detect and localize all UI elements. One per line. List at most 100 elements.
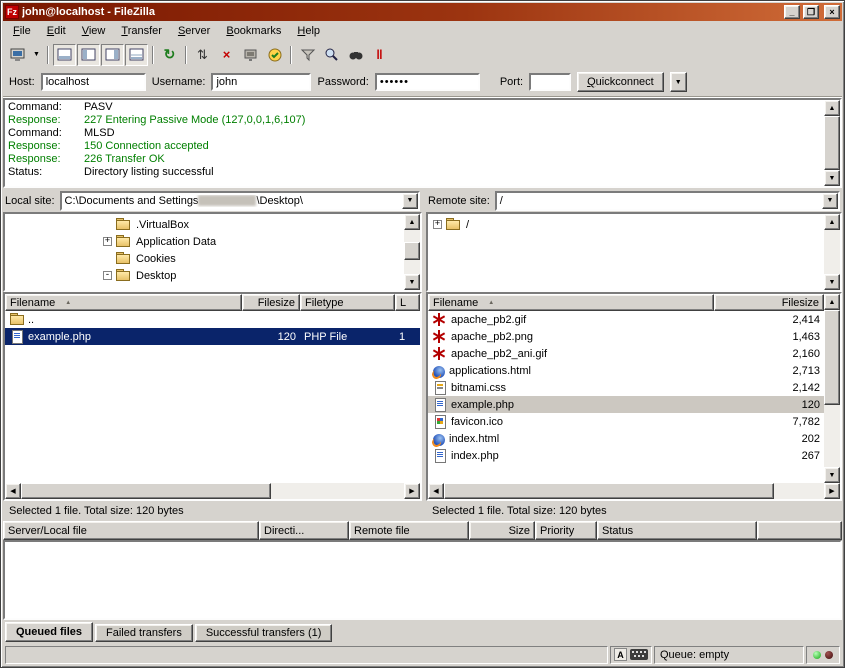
port-input[interactable] xyxy=(529,73,571,91)
process-queue-icon[interactable]: ⇅ xyxy=(191,44,214,66)
tree-item-desktop[interactable]: -Desktop xyxy=(5,267,404,284)
queue-column-priority[interactable]: Priority xyxy=(535,521,597,540)
directory-comparison-icon[interactable] xyxy=(320,44,343,66)
scrollbar-thumb[interactable] xyxy=(444,483,774,499)
scroll-down-icon[interactable]: ▼ xyxy=(824,467,840,483)
cancel-operation-icon[interactable]: × xyxy=(215,44,238,66)
scroll-up-icon[interactable]: ▲ xyxy=(824,100,840,116)
file-row-bitnami-css[interactable]: bitnami.css2,142 xyxy=(428,379,824,396)
site-manager-dropdown-icon[interactable]: ▼ xyxy=(30,44,43,66)
scroll-down-icon[interactable]: ▼ xyxy=(824,170,840,186)
menu-server[interactable]: Server xyxy=(170,23,218,39)
scroll-right-icon[interactable]: ▶ xyxy=(404,483,420,499)
column-header-filetype[interactable]: Filetype xyxy=(300,294,395,311)
tree-item-application-data[interactable]: +Application Data xyxy=(5,233,404,250)
file-row-favicon-ico[interactable]: favicon.ico7,782 xyxy=(428,413,824,430)
scroll-down-icon[interactable]: ▼ xyxy=(824,274,840,290)
scrollbar-track[interactable] xyxy=(824,230,840,274)
local-site-combo[interactable]: C:\Documents and Settings\Desktop\ ▼ xyxy=(60,191,420,211)
remote-tree-scrollbar[interactable]: ▲ ▼ xyxy=(824,214,840,290)
tab-queued-files[interactable]: Queued files xyxy=(5,622,93,642)
file-row-apache-pb2-gif[interactable]: apache_pb2.gif2,414 xyxy=(428,311,824,328)
password-input[interactable] xyxy=(375,73,480,91)
local-tree-scrollbar[interactable]: ▲ ▼ xyxy=(404,214,420,290)
file-row-index-php[interactable]: index.php267 xyxy=(428,447,824,464)
file-row-apache-pb2-ani-gif[interactable]: apache_pb2_ani.gif2,160 xyxy=(428,345,824,362)
site-manager-icon[interactable] xyxy=(6,44,29,66)
scroll-down-icon[interactable]: ▼ xyxy=(404,274,420,290)
scroll-up-icon[interactable]: ▲ xyxy=(404,214,420,230)
close-button[interactable]: × xyxy=(824,5,840,19)
collapse-icon[interactable]: - xyxy=(103,271,112,280)
local-hscrollbar[interactable]: ◀ ▶ xyxy=(5,483,420,499)
scrollbar-thumb[interactable] xyxy=(21,483,271,499)
menu-view[interactable]: View xyxy=(74,23,114,39)
toggle-transfer-queue-icon[interactable] xyxy=(125,44,148,66)
column-header-filename[interactable]: Filename▲ xyxy=(5,294,242,311)
scroll-right-icon[interactable]: ▶ xyxy=(824,483,840,499)
transfer-type-icon[interactable]: A xyxy=(614,648,627,661)
disconnect-icon[interactable] xyxy=(239,44,262,66)
file-row-index-html[interactable]: index.html202 xyxy=(428,430,824,447)
scrollbar-thumb[interactable] xyxy=(824,310,840,405)
scroll-left-icon[interactable]: ◀ xyxy=(428,483,444,499)
speed-limits-icon[interactable]: ‖ xyxy=(368,44,391,66)
scrollbar-track[interactable] xyxy=(444,483,824,499)
reconnect-icon[interactable] xyxy=(263,44,286,66)
log-scrollbar[interactable]: ▲ ▼ xyxy=(824,100,840,186)
quickconnect-dropdown-icon[interactable]: ▼ xyxy=(670,72,687,92)
queue-column-remote-file[interactable]: Remote file xyxy=(349,521,469,540)
keyboard-icon[interactable] xyxy=(630,649,648,660)
quickconnect-button[interactable]: Quickconnect xyxy=(577,72,664,92)
file-row-apache-pb2-png[interactable]: apache_pb2.png1,463 xyxy=(428,328,824,345)
remote-site-combo[interactable]: / ▼ xyxy=(495,191,840,211)
file-row-example-php[interactable]: example.php120 xyxy=(428,396,824,413)
menu-edit[interactable]: Edit xyxy=(39,23,74,39)
toggle-local-tree-icon[interactable] xyxy=(77,44,100,66)
column-header-filesize[interactable]: Filesize xyxy=(714,294,824,311)
menu-bookmarks[interactable]: Bookmarks xyxy=(218,23,289,39)
scrollbar-track[interactable] xyxy=(21,483,404,499)
scrollbar-track[interactable] xyxy=(824,310,840,467)
toggle-message-log-icon[interactable] xyxy=(53,44,76,66)
queue-column-size[interactable]: Size xyxy=(469,521,535,540)
queue-column-status[interactable]: Status xyxy=(597,521,757,540)
local-site-dropdown-icon[interactable]: ▼ xyxy=(402,193,418,209)
scrollbar-thumb[interactable] xyxy=(824,116,840,170)
remote-list-scrollbar[interactable]: ▲ ▼ xyxy=(824,294,840,483)
column-header-lastmodified[interactable]: L xyxy=(395,294,420,311)
maximize-button[interactable]: ❐ xyxy=(803,5,819,19)
menu-transfer[interactable]: Transfer xyxy=(113,23,170,39)
expand-icon[interactable]: + xyxy=(433,220,442,229)
file-row-applications-html[interactable]: applications.html2,713 xyxy=(428,362,824,379)
refresh-icon[interactable]: ↻ xyxy=(158,44,181,66)
toggle-remote-tree-icon[interactable] xyxy=(101,44,124,66)
file-row-example-php[interactable]: example.php120PHP File1 xyxy=(5,328,420,345)
queue-column-server-local-file[interactable]: Server/Local file xyxy=(3,521,259,540)
scrollbar-track[interactable] xyxy=(824,116,840,170)
remote-hscrollbar[interactable]: ◀ ▶ xyxy=(428,483,840,499)
menu-help[interactable]: Help xyxy=(289,23,328,39)
scroll-left-icon[interactable]: ◀ xyxy=(5,483,21,499)
find-files-icon[interactable] xyxy=(344,44,367,66)
file-row-[interactable]: .. xyxy=(5,311,420,328)
column-header-filename[interactable]: Filename▲ xyxy=(428,294,714,311)
tab-failed-transfers[interactable]: Failed transfers xyxy=(95,624,193,642)
minimize-button[interactable]: _ xyxy=(784,5,800,19)
column-header-filesize[interactable]: Filesize xyxy=(242,294,300,311)
scrollbar-track[interactable] xyxy=(404,230,420,274)
expand-icon[interactable]: + xyxy=(103,237,112,246)
queue-column-direction[interactable]: Directi... xyxy=(259,521,349,540)
remote-site-dropdown-icon[interactable]: ▼ xyxy=(822,193,838,209)
scroll-up-icon[interactable]: ▲ xyxy=(824,294,840,310)
scroll-up-icon[interactable]: ▲ xyxy=(824,214,840,230)
tree-item-[interactable]: +/ xyxy=(428,216,824,233)
tab-successful-transfers[interactable]: Successful transfers (1) xyxy=(195,624,333,642)
scrollbar-thumb[interactable] xyxy=(404,242,420,260)
username-input[interactable] xyxy=(211,73,311,91)
filename-filters-icon[interactable] xyxy=(296,44,319,66)
menu-file[interactable]: File xyxy=(5,23,39,39)
host-input[interactable] xyxy=(41,73,146,91)
tree-item-cookies[interactable]: Cookies xyxy=(5,250,404,267)
tree-item-virtualbox[interactable]: .VirtualBox xyxy=(5,216,404,233)
